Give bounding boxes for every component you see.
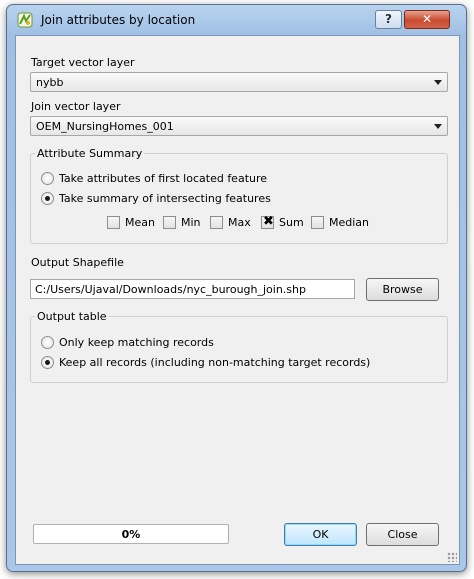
radio-button[interactable]	[41, 336, 54, 349]
join-layer-combo[interactable]: OEM_NursingHomes_001	[30, 116, 448, 136]
resize-grip[interactable]	[447, 552, 457, 562]
attribute-summary-title: Attribute Summary	[37, 147, 143, 160]
join-layer-label: Join vector layer	[31, 100, 121, 113]
radio-label: Only keep matching records	[59, 336, 214, 349]
radio-button[interactable]	[41, 172, 54, 185]
checkbox[interactable]: ✖	[210, 216, 223, 229]
checkbox[interactable]: ✖	[311, 216, 324, 229]
qgis-app-icon	[17, 12, 33, 28]
target-layer-value: nybb	[36, 76, 64, 89]
radio-label: Take summary of intersecting features	[59, 192, 271, 205]
dialog-window: Join attributes by location ? ✕ Target v…	[6, 4, 467, 572]
chevron-down-icon	[434, 80, 442, 85]
checkbox[interactable]: ✖	[261, 214, 274, 229]
dialog-body: Target vector layer nybb Join vector lay…	[15, 35, 460, 565]
title-bar[interactable]: Join attributes by location ? ✕	[7, 5, 466, 35]
chevron-down-icon	[434, 124, 442, 129]
checkbox-label: Mean	[125, 216, 155, 229]
checkbox[interactable]: ✖	[163, 216, 176, 229]
output-shapefile-label: Output Shapefile	[31, 256, 124, 269]
checkbox[interactable]: ✖	[107, 216, 120, 229]
browse-button[interactable]: Browse	[366, 278, 439, 301]
target-layer-combo[interactable]: nybb	[30, 72, 448, 92]
checkbox-label: Sum	[279, 216, 304, 229]
help-button[interactable]: ?	[375, 10, 402, 29]
window-close-button[interactable]: ✕	[404, 10, 450, 29]
radio-button[interactable]	[41, 356, 54, 369]
radio-button[interactable]	[41, 192, 54, 205]
join-layer-value: OEM_NursingHomes_001	[36, 120, 174, 133]
progress-bar: 0%	[33, 524, 229, 544]
radio-label: Take attributes of first located feature	[59, 172, 268, 185]
attribute-summary-group: Attribute Summary Take attributes of fir…	[30, 147, 448, 244]
target-layer-label: Target vector layer	[31, 56, 135, 69]
output-table-title: Output table	[37, 310, 107, 323]
radio-label: Keep all records (including non-matching…	[59, 356, 371, 369]
ok-button[interactable]: OK	[284, 523, 357, 546]
progress-text: 0%	[121, 528, 141, 541]
window-title: Join attributes by location	[41, 13, 196, 27]
checkbox-label: Min	[181, 216, 201, 229]
checkbox-label: Max	[228, 216, 251, 229]
output-shapefile-input[interactable]	[30, 279, 355, 299]
output-table-group: Output table Only keep matching records …	[30, 310, 448, 383]
checkbox-label: Median	[329, 216, 370, 229]
close-button[interactable]: Close	[366, 523, 439, 546]
